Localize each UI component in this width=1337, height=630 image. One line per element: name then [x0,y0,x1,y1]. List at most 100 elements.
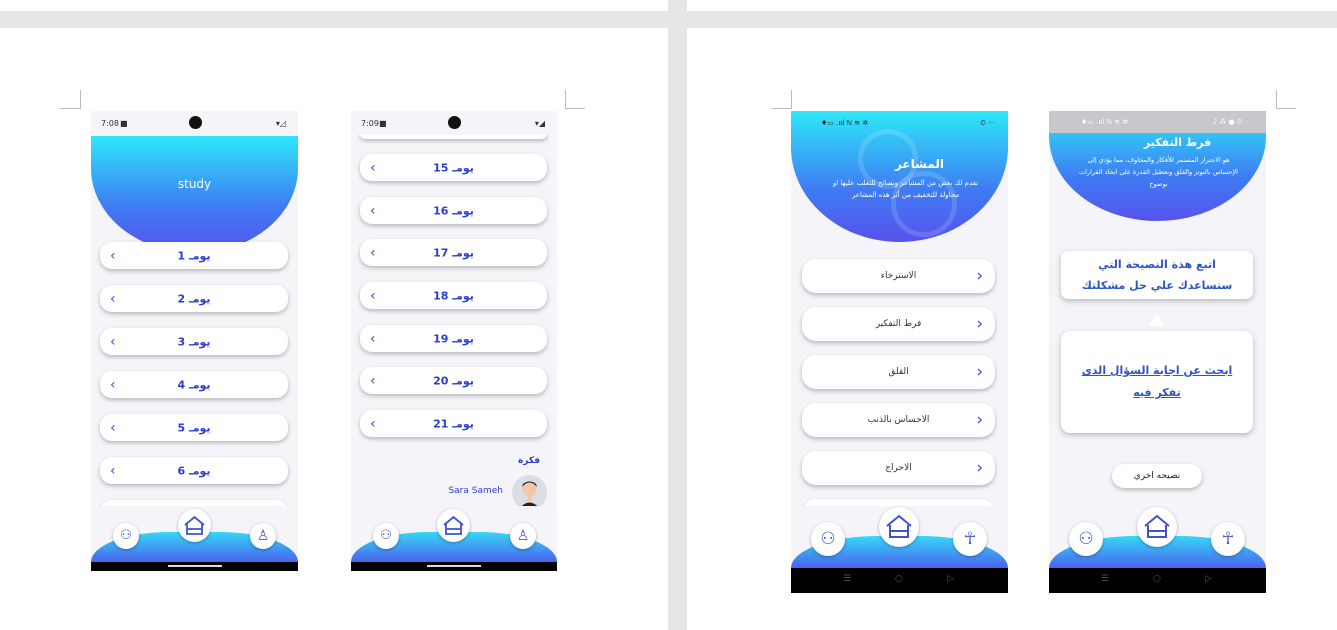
home-nav-button[interactable] [437,509,470,542]
day-button[interactable]: ‹ يومـ 18 [360,282,547,309]
day-label: يومـ 21 [433,417,474,430]
other-advice-label: نصيحه اخري [1133,471,1181,481]
feeling-button[interactable]: الاحراج › [802,451,995,485]
feeling-button[interactable]: الاحساس بالذنب › [802,403,995,437]
chat-nav-button[interactable]: ⚇ [373,523,399,549]
status-time: 7:09 [361,119,379,128]
gesture-bar [91,562,298,571]
tip-line-2[interactable]: تفكر فيه [1061,386,1253,399]
meditation-nav-button[interactable]: ☥ [1211,522,1245,556]
chat-people-icon: ⚇ [820,529,836,549]
menu-icon[interactable]: ☰ [843,574,851,584]
tip-card[interactable]: ابحث عن اجابة السؤال الذى تفكر فيه [1061,331,1253,433]
back-icon[interactable]: ▷ [1205,574,1212,584]
bottom-nav: ⚇ ☥ ☰ ○ ▷ [791,506,1008,593]
home-icon [184,515,205,535]
system-icons: ♪ ⁂ ● ⏲ ᐧᐧᐧ [1212,118,1250,126]
day-button[interactable]: ‹ يومـ 17 [360,239,547,266]
day-button[interactable]: ‹ يومـ 5 [100,414,288,441]
day-button[interactable]: ‹ يومـ 15 [360,154,547,181]
signal-icons: ♦▭ .ııl ℕ ≋ ✲ [1081,118,1129,126]
home-icon [443,515,464,535]
android-nav-bar: ☰ ○ ▷ [1049,568,1266,593]
home-icon [886,514,912,538]
document-page-top-left [0,0,668,11]
person-icon: ♙ [256,528,270,544]
person-icon: ♙ [516,528,530,544]
feeling-label: الاحساس بالذنب [867,415,930,425]
header-blob [91,136,298,253]
meditation-icon: ☥ [963,529,977,549]
home-indicator[interactable] [167,565,222,567]
feeling-button[interactable]: الاسترخاء › [802,259,995,293]
chevron-right-icon: › [976,410,983,430]
chevron-right-icon: › [976,314,983,334]
status-time: 7:08 [101,119,119,128]
day-button[interactable]: ‹ يومـ 20 [360,367,547,394]
home-nav-button[interactable] [879,507,919,547]
feeling-button[interactable]: فرط التفكير › [802,307,995,341]
notification-icon: ■ [120,119,128,128]
feeling-button[interactable]: القلق › [802,355,995,389]
day-button[interactable]: ‹ يومـ 21 [360,410,547,437]
day-label: يومـ 17 [433,246,474,259]
chevron-right-icon: › [976,266,983,286]
android-nav-bar: ☰ ○ ▷ [791,568,1008,593]
notification-icon: ■ [379,119,387,128]
meditation-nav-button[interactable]: ♙ [510,523,536,549]
crop-mark [1276,90,1277,109]
header-title: المشاعر [894,157,945,171]
home-circle-icon[interactable]: ○ [895,574,903,584]
header-description: نقدم لك بعض من المشاعر ونصائح للتغلب علي… [832,179,979,199]
bottom-nav: ⚇ ♙ [91,506,298,571]
crop-mark [60,108,80,109]
crop-mark [80,90,81,109]
home-nav-button[interactable] [178,509,211,542]
header-title: فرط التفكير [1143,136,1212,149]
home-indicator[interactable] [427,565,481,567]
day-button[interactable]: ‹ يومـ 3 [100,328,288,355]
day-button[interactable]: ‹ يومـ 6 [100,457,288,484]
home-circle-icon[interactable]: ○ [1153,574,1161,584]
home-icon [1144,514,1170,538]
gesture-bar [351,562,557,571]
card-pointer [1149,314,1165,326]
status-bar: ♦▭ .ııl ℕ ≋ ✲ ♪ ⁂ ● ⏲ ᐧᐧᐧ [1049,111,1266,133]
day-button[interactable]: ‹ يومـ 2 [100,285,288,312]
advice-line-2: ستساعدك علي حل مشكلتك [1081,279,1233,292]
chat-nav-button[interactable]: ⚇ [1069,522,1103,556]
meditation-nav-button[interactable]: ♙ [250,523,276,549]
meditation-icon: ☥ [1221,529,1235,549]
home-nav-button[interactable] [1137,507,1177,547]
author-avatar [512,475,547,510]
crop-mark [565,108,585,109]
camera-cutout [188,116,202,129]
status-bar: 7:08 ■ ▾◿ [91,111,298,135]
back-icon[interactable]: ▷ [947,574,954,584]
menu-icon[interactable]: ☰ [1101,574,1109,584]
tip-line-1[interactable]: ابحث عن اجابة السؤال الذى [1061,364,1253,377]
meditation-nav-button[interactable]: ☥ [953,522,987,556]
avatar-person-icon [518,481,541,510]
day-button[interactable]: ‹ يومـ 1 [100,242,288,269]
overthinking-screen: ♦▭ .ııl ℕ ≋ ✲ ♪ ⁂ ● ⏲ ᐧᐧᐧ فرط التفكير هو… [1049,111,1266,593]
author-name: Sara Sameh [448,486,503,496]
chat-nav-button[interactable]: ⚇ [811,522,845,556]
day-button[interactable]: ‹ يومـ 4 [100,371,288,398]
days-screen: 7:09 ■ ▾◢ ‹ يومـ 15 ‹ يومـ 16 ‹ يومـ 17 ‹ يو… [351,111,557,571]
day-label: يومـ 3 [177,335,211,348]
document-page-top-right [687,0,1337,11]
chat-people-icon: ⚇ [1078,529,1094,549]
day-label: يومـ 20 [433,374,474,387]
chat-nav-button[interactable]: ⚇ [113,523,139,549]
camera-cutout [448,116,461,129]
other-advice-button[interactable]: نصيحه اخري [1112,464,1202,488]
bottom-nav: ⚇ ☥ ☰ ○ ▷ [1049,506,1266,593]
crop-mark [565,90,566,109]
day-button[interactable]: ‹ يومـ 16 [360,197,547,224]
chat-people-icon: ⚇ [120,528,132,543]
day-button[interactable]: ‹ يومـ 19 [360,325,547,352]
feelings-screen: ♦▭ .ııl ℕ ≋ ✲ ⏲ ◦ᐧ المشاعر نقدم لك بعض م… [791,111,1008,593]
status-bar: ♦▭ .ııl ℕ ≋ ✲ ⏲ ◦ᐧ [791,111,1008,135]
header-description: هو الاجترار المستمر للأفكار والمخاوف، مم… [1079,156,1238,188]
